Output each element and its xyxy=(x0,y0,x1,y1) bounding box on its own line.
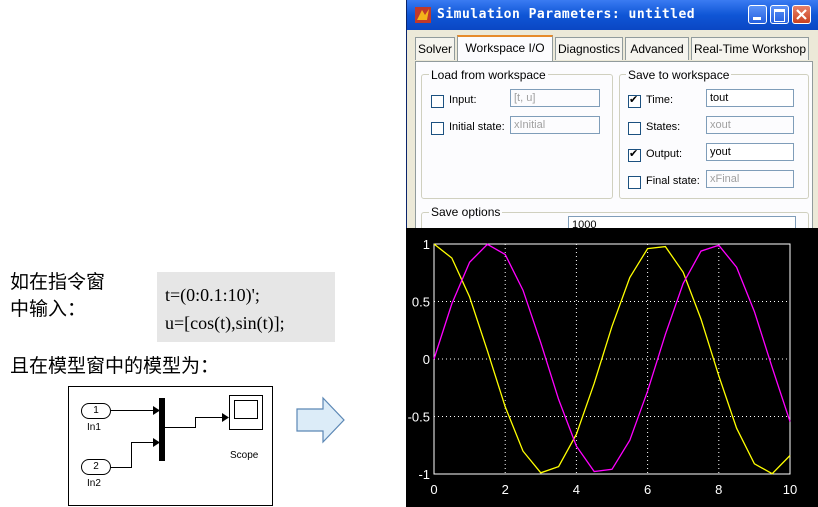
states-field[interactable]: xout xyxy=(706,116,794,134)
x-tick-label: 8 xyxy=(715,482,722,497)
tab-advanced[interactable]: Advanced xyxy=(625,37,689,60)
mux-block[interactable] xyxy=(159,398,165,461)
tab-workspace-io[interactable]: Workspace I/O xyxy=(457,35,553,61)
x-tick-label: 2 xyxy=(502,482,509,497)
dialog-titlebar[interactable]: Simulation Parameters: untitled xyxy=(407,0,818,30)
scope-plot: 0 2 4 6 8 10 1 0.5 0 -0.5 -1 xyxy=(406,228,818,507)
time-label: Time: xyxy=(646,94,674,106)
wire-in1 xyxy=(111,410,156,411)
final-state-field[interactable]: xFinal xyxy=(706,170,794,188)
y-tick-label: 0.5 xyxy=(412,295,430,310)
inport-2-label: In2 xyxy=(87,478,101,489)
initial-state-label: Initial state: xyxy=(449,121,505,133)
time-field[interactable]: tout xyxy=(706,89,794,107)
inport-2-block[interactable]: 2 xyxy=(81,459,111,475)
x-tick-label: 10 xyxy=(783,482,797,497)
model-caption: 且在模型窗中的模型为： xyxy=(10,355,220,377)
x-tick-label: 4 xyxy=(573,482,580,497)
input-field[interactable]: [t, u] xyxy=(510,89,600,107)
output-label: Output: xyxy=(646,148,683,160)
initial-state-field[interactable]: xInitial xyxy=(510,116,600,134)
close-button[interactable] xyxy=(792,5,811,24)
inport-2-number: 2 xyxy=(93,461,99,472)
simulation-parameters-dialog: Simulation Parameters: untitled Solver W… xyxy=(406,0,818,240)
inport-1-label: In1 xyxy=(87,422,101,433)
close-icon xyxy=(796,9,807,20)
instruction-line-1: 如在指令窗 xyxy=(10,271,106,293)
plot-frame xyxy=(433,243,791,475)
scope-screen xyxy=(234,400,258,419)
inport-1-number: 1 xyxy=(93,405,99,416)
save-options-title: Save options xyxy=(429,205,503,219)
y-tick-label: -1 xyxy=(418,467,430,482)
save-group-title: Save to workspace xyxy=(626,68,732,82)
input-checkbox[interactable] xyxy=(431,95,444,108)
y-tick-label: 1 xyxy=(423,237,430,252)
matlab-logo-icon xyxy=(415,7,431,23)
maximize-button[interactable] xyxy=(770,5,789,24)
wire-mux-b xyxy=(195,417,196,428)
maximize-icon xyxy=(774,9,785,22)
minimize-button[interactable] xyxy=(748,5,767,24)
workspace-io-panel: Load from workspace Input: [t, u] Initia… xyxy=(415,61,813,240)
code-line-1: t=(0:0.1:10)'; xyxy=(165,285,260,305)
wire-in2-a xyxy=(111,467,131,468)
x-tick-label: 0 xyxy=(430,482,437,497)
tab-diagnostics[interactable]: Diagnostics xyxy=(555,37,623,60)
y-tick-label: 0 xyxy=(423,352,430,367)
final-state-label: Final state: xyxy=(646,175,700,187)
wire-in2-b xyxy=(131,442,132,468)
states-checkbox[interactable] xyxy=(628,122,641,135)
states-label: States: xyxy=(646,121,681,133)
x-tick-label: 6 xyxy=(644,482,651,497)
output-field[interactable]: yout xyxy=(706,143,794,161)
wire-mux-a xyxy=(165,427,195,428)
right-arrow-icon xyxy=(296,396,345,444)
series-line-2 xyxy=(433,243,791,473)
input-label: Input: xyxy=(449,94,477,106)
code-line-2: u=[cos(t),sin(t)]; xyxy=(165,313,285,333)
tab-real-time-workshop[interactable]: Real-Time Workshop xyxy=(691,37,809,60)
inport-1-block[interactable]: 1 xyxy=(81,403,111,419)
minimize-icon xyxy=(753,17,761,20)
scope-label: Scope xyxy=(230,450,259,461)
scope-block[interactable] xyxy=(229,395,263,430)
final-state-checkbox[interactable] xyxy=(628,176,641,189)
y-tick-label: -0.5 xyxy=(408,410,430,425)
initial-state-checkbox[interactable] xyxy=(431,122,444,135)
instruction-line-2: 中输入： xyxy=(10,298,87,320)
output-checkbox[interactable] xyxy=(628,147,641,162)
time-checkbox[interactable] xyxy=(628,93,641,108)
dialog-title: Simulation Parameters: untitled xyxy=(437,7,696,22)
tab-solver[interactable]: Solver xyxy=(415,37,455,60)
series-line-1 xyxy=(433,243,791,475)
simulink-model: 1 In1 2 In2 Scope xyxy=(68,386,273,506)
load-group-title: Load from workspace xyxy=(429,68,548,82)
